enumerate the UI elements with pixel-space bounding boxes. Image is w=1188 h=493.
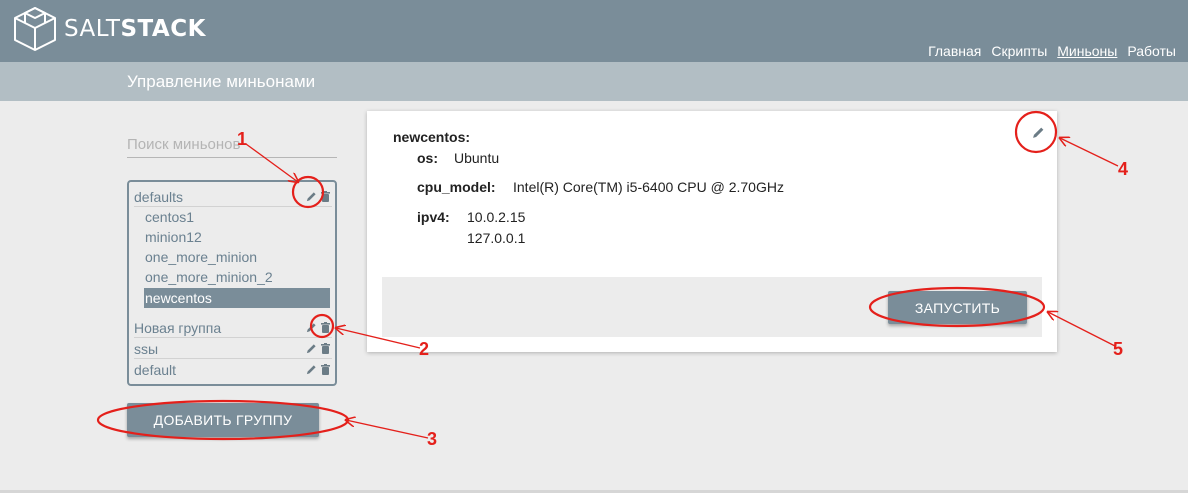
edit-group-icon[interactable] [306,191,317,202]
ipv4-value: 127.0.0.1 [467,230,526,246]
delete-group-icon[interactable] [321,191,330,202]
salt-cube-icon [14,7,56,51]
delete-group-icon[interactable] [321,364,330,375]
minion-item[interactable]: one_more_minion_2 [144,267,330,287]
add-group-button[interactable]: ДОБАВИТЬ ГРУППУ [127,403,319,437]
annotation-number-4: 4 [1118,159,1129,179]
run-button[interactable]: ЗАПУСТИТЬ [888,291,1027,324]
nav-home[interactable]: Главная [928,43,981,59]
cpu-key: cpu_model: [417,179,496,195]
annotation-arrow-4 [1060,138,1119,167]
annotation-arrow-5 [1048,312,1116,347]
cpu-value: Intel(R) Core(TM) i5-6400 CPU @ 2.70GHz [513,179,784,195]
edit-group-icon[interactable] [306,322,317,333]
group-tools [306,322,330,333]
delete-group-icon[interactable] [321,343,330,354]
annotation-number-1: 1 [237,129,248,149]
page-title: Управление миньонами [127,72,316,91]
groups-panel: defaults centos1 minion12 one_more_minio… [127,180,337,386]
group-row-ssy[interactable]: ssы [134,339,332,359]
annotation-number-3: 3 [427,429,438,449]
edit-group-icon[interactable] [306,343,317,354]
group-tools [306,191,330,202]
nav-jobs[interactable]: Работы [1127,43,1176,59]
group-row-defaults[interactable]: defaults [134,187,332,207]
edit-minion-icon[interactable] [1032,126,1045,139]
os-value: Ubuntu [454,150,500,166]
group-tools [306,364,330,375]
ipv4-value: 10.0.2.15 [467,209,526,225]
nav-scripts[interactable]: Скрипты [991,43,1047,59]
group-tools [306,343,330,354]
top-bar: SALTSTACK Главная Скрипты Миньоны Работы [0,0,1188,62]
annotation-arrow-3 [346,420,429,439]
group-row-new-group[interactable]: Новая группа [134,318,332,338]
minion-item[interactable]: centos1 [144,207,330,227]
main-nav: Главная Скрипты Миньоны Работы [928,43,1176,59]
nav-minions[interactable]: Миньоны [1057,43,1117,59]
group-name: ssы [134,341,159,357]
delete-group-icon[interactable] [321,322,330,333]
minion-item-selected[interactable]: newcentos [144,288,330,308]
group-name: default [134,362,177,378]
saltstack-logo[interactable]: SALTSTACK [12,6,206,52]
ipv4-key: ipv4: [417,209,450,225]
annotation-number-2: 2 [419,339,430,359]
annotation-number-5: 5 [1113,339,1124,359]
group-row-default[interactable]: default [134,360,332,380]
logo-text-bold: STACK [120,16,206,42]
logo-text-light: SALT [64,16,121,42]
group-name: defaults [134,189,184,205]
group-name: Новая группа [134,320,222,336]
minion-item[interactable]: one_more_minion [144,247,330,267]
os-key: os: [417,150,438,166]
edit-group-icon[interactable] [306,364,317,375]
logo-text: SALTSTACK [64,16,206,42]
sub-header: Управление миньонами [0,62,1188,101]
minion-item[interactable]: minion12 [144,227,330,247]
minion-name-label: newcentos: [393,129,471,145]
minion-search-input[interactable] [127,132,337,158]
